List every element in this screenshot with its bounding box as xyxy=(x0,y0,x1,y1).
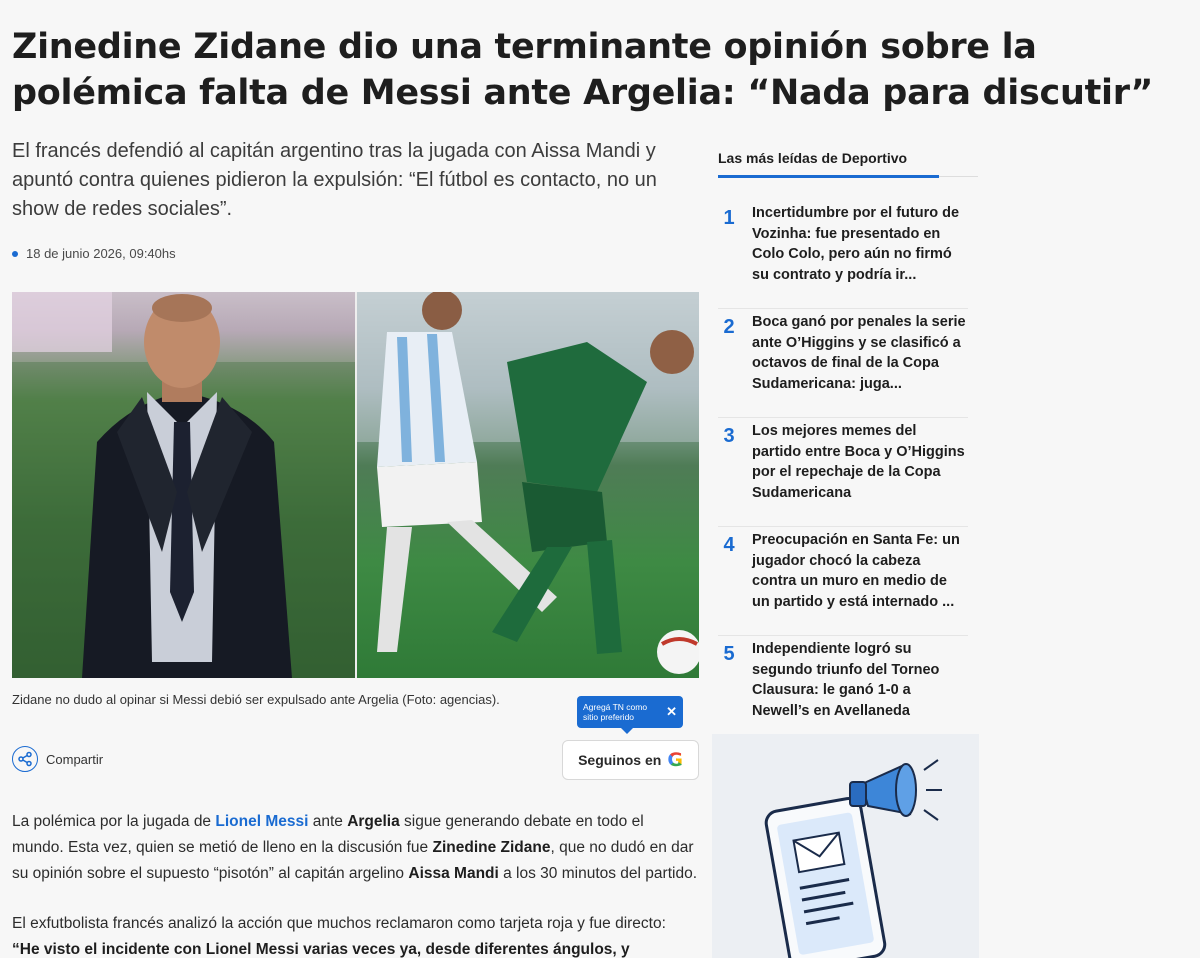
article-date: 18 de junio 2026, 09:40hs xyxy=(12,246,176,261)
zidane-photo xyxy=(12,292,355,678)
most-read-title: Las más leídas de Deportivo xyxy=(718,150,978,178)
most-read-list: 1 Incertidumbre por el futuro de Vozinha… xyxy=(718,200,968,745)
most-read-item[interactable]: 3 Los mejores memes del partido entre Bo… xyxy=(718,418,968,527)
rank-headline[interactable]: Preocupación en Santa Fe: un jugador cho… xyxy=(752,530,968,635)
most-read-item[interactable]: 1 Incertidumbre por el futuro de Vozinha… xyxy=(718,200,968,309)
rank-number: 1 xyxy=(723,207,735,229)
rank-headline[interactable]: Incertidumbre por el futuro de Vozinha: … xyxy=(752,203,968,308)
follow-label: Seguinos en xyxy=(578,752,662,768)
article-paragraph-1: La polémica por la jugada de Lionel Mess… xyxy=(12,813,697,882)
article-subheadline: El francés defendió al capitán argentino… xyxy=(12,140,657,220)
tooltip-text: Agregá TN como sitio preferido xyxy=(583,702,648,722)
date-text: 18 de junio 2026, 09:40hs xyxy=(26,246,176,261)
most-read-item[interactable]: 4 Preocupación en Santa Fe: un jugador c… xyxy=(718,527,968,636)
image-caption: Zidane no dudo al opinar si Messi debió … xyxy=(12,692,500,707)
newsletter-promo[interactable] xyxy=(712,734,979,958)
rank-headline[interactable]: Boca ganó por penales la serie ante O’Hi… xyxy=(752,312,968,417)
rank-number: 3 xyxy=(723,425,735,447)
article-paragraph-2: El exfutbolista francés analizó la acció… xyxy=(12,915,666,958)
most-read-item[interactable]: 2 Boca ganó por penales la serie ante O’… xyxy=(718,309,968,418)
google-icon: G xyxy=(667,749,683,771)
most-read-item[interactable]: 5 Independiente logró su segundo triunfo… xyxy=(718,636,968,745)
rank-number: 2 xyxy=(723,316,735,338)
share-icon xyxy=(12,746,38,772)
follow-on-google-button[interactable]: Seguinos en G xyxy=(562,740,699,780)
rank-headline[interactable]: Los mejores memes del partido entre Boca… xyxy=(752,421,968,526)
share-button[interactable]: Compartir xyxy=(12,746,103,772)
rank-number: 4 xyxy=(723,534,735,556)
rank-number: 5 xyxy=(723,643,735,665)
zidane-illustration xyxy=(12,292,355,678)
preferred-source-tooltip[interactable]: Agregá TN como sitio preferido ✕ xyxy=(577,696,683,734)
messi-match-photo xyxy=(355,292,699,678)
hero-image xyxy=(12,292,699,678)
share-label: Compartir xyxy=(46,751,104,767)
megaphone-phone-illustration xyxy=(764,759,942,958)
close-icon[interactable]: ✕ xyxy=(666,704,677,720)
rank-headline[interactable]: Independiente logró su segundo triunfo d… xyxy=(752,639,968,745)
article-headline: Zinedine Zidane dio una terminante opini… xyxy=(12,27,1154,113)
date-dot-icon xyxy=(12,250,18,257)
match-illustration xyxy=(357,292,699,674)
lionel-messi-link[interactable]: Lionel Messi xyxy=(215,813,308,830)
